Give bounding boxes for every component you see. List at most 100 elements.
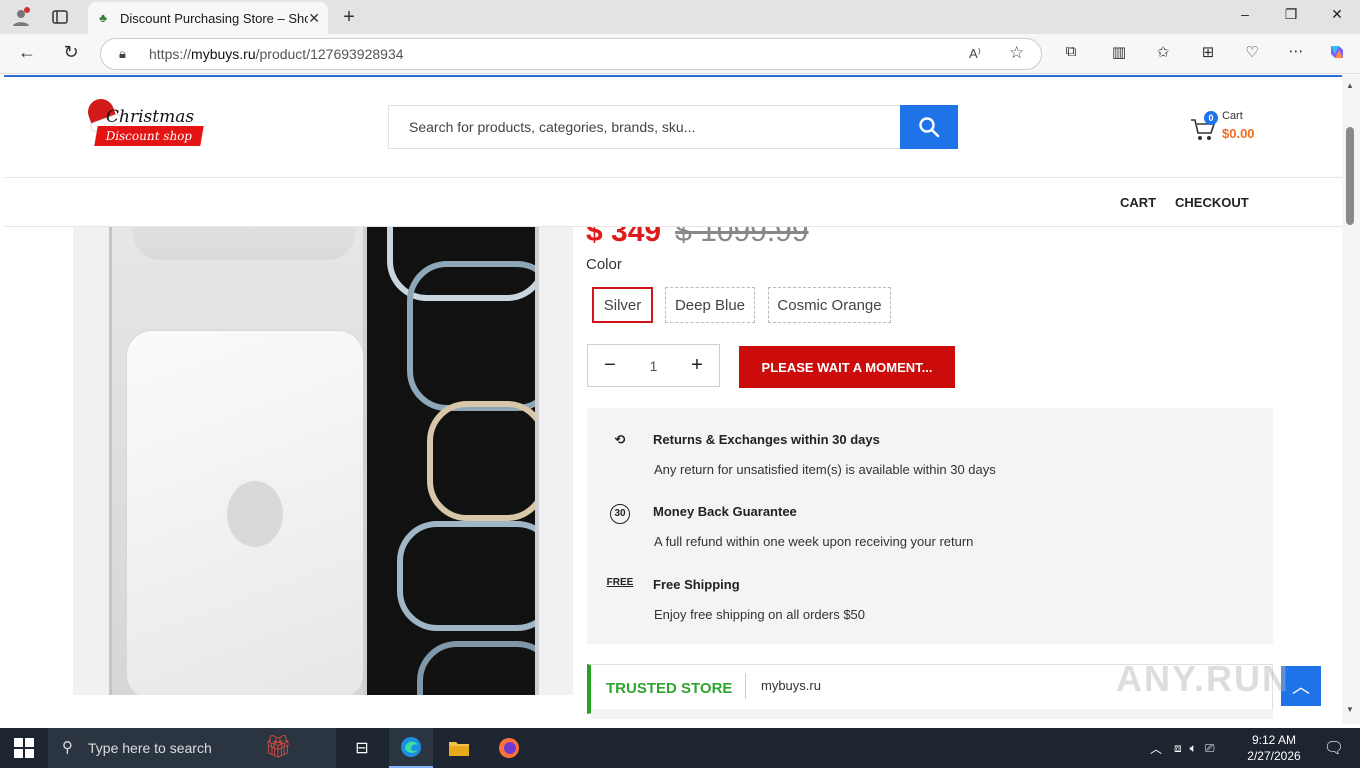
browser-tab-bar: ♣ Discount Purchasing Store – Shop ✕ + –… (0, 0, 1360, 34)
site-header: Christmas Discount shop 0 Cart $0.00 (4, 77, 1342, 178)
magsafe-case-render (126, 330, 364, 695)
favorite-star-icon[interactable]: ☆ (1009, 43, 1024, 63)
quantity-stepper: − 1 + (587, 344, 720, 387)
tab-title: Discount Purchasing Store – Shop (120, 10, 309, 26)
benefit-desc: Any return for unsatisfied item(s) is av… (654, 462, 996, 477)
page-viewport: Christmas Discount shop 0 Cart $0.00 CAR… (4, 75, 1342, 724)
thirty-day-icon: 30 (610, 504, 630, 524)
volume-icon[interactable]: 🔈︎ (1190, 741, 1197, 756)
cart-total: $0.00 (1222, 126, 1255, 141)
back-icon[interactable]: ← (16, 42, 38, 63)
trusted-store-label: TRUSTED STORE (606, 680, 733, 697)
trusted-store-domain: mybuys.ru (761, 678, 821, 693)
copilot-icon[interactable] (1326, 42, 1348, 66)
logo-ribbon-text: Discount shop (94, 126, 204, 146)
tab-actions-icon[interactable] (50, 8, 70, 26)
wallpaper-wave (407, 261, 535, 411)
site-logo[interactable]: Christmas Discount shop (84, 95, 206, 151)
scroll-down-arrow-icon[interactable]: ▼ (1346, 705, 1354, 714)
favorites-icon[interactable]: ✩ (1152, 43, 1174, 61)
benefit-title: Free Shipping (653, 577, 740, 592)
benefit-title: Returns & Exchanges within 30 days (653, 432, 880, 447)
close-tab-icon[interactable]: ✕ (308, 10, 320, 27)
cart-count-badge: 0 (1204, 111, 1218, 125)
benefits-panel: ⟲ Returns & Exchanges within 30 days Any… (587, 408, 1273, 644)
edge-app-icon[interactable] (389, 728, 433, 768)
search-input[interactable] (409, 119, 900, 135)
read-aloud-icon[interactable]: A⁾ (969, 46, 981, 62)
browser-essentials-icon[interactable]: ♡ (1241, 43, 1263, 61)
more-options-icon[interactable]: ⋯ (1285, 42, 1307, 60)
taskbar-clock[interactable]: 9:12 AM 2/27/2026 (1236, 732, 1312, 764)
color-label: Color (586, 256, 622, 273)
close-window-icon[interactable]: ✕ (1322, 6, 1352, 23)
taskbar-search-placeholder: Type here to search (88, 740, 212, 756)
network-icon[interactable]: ⎚ (1205, 741, 1215, 756)
clock-date: 2/27/2026 (1247, 749, 1301, 763)
benefit-desc: A full refund within one week upon recei… (654, 534, 974, 549)
minimize-icon[interactable]: – (1230, 6, 1260, 22)
color-option-cosmic-orange[interactable]: Cosmic Orange (768, 287, 891, 323)
wallpaper-wave (417, 641, 535, 695)
wallpaper-wave (427, 401, 535, 521)
logo-script-text: Christmas (106, 107, 195, 127)
nav-checkout-link[interactable]: CHECKOUT (1175, 195, 1249, 210)
scrollbar-thumb[interactable] (1346, 127, 1354, 225)
nav-cart-link[interactable]: CART (1120, 195, 1156, 210)
increase-quantity-button[interactable]: + (687, 354, 707, 377)
product-image[interactable] (73, 177, 573, 695)
search-box (388, 105, 900, 149)
color-option-deep-blue[interactable]: Deep Blue (665, 287, 755, 323)
url-prefix: https:// (149, 46, 192, 62)
refresh-icon[interactable]: ↻ (60, 42, 82, 63)
file-explorer-icon[interactable] (437, 728, 481, 768)
gift-boxes-icon: 🎁︎ (264, 734, 292, 759)
url-field[interactable]: 🔒︎ https://mybuys.ru/product/12769392893… (100, 38, 1042, 70)
site-favicon-icon: ♣ (99, 11, 107, 25)
benefit-title: Money Back Guarantee (653, 504, 797, 519)
windows-taskbar: ⚲ Type here to search 🎁︎ ⊟ ︿ ⧈ 🔈︎ ⎚ 9:12… (0, 728, 1360, 768)
url-host: mybuys.ru (191, 46, 256, 62)
chevron-up-icon: ︿ (1292, 677, 1310, 697)
scroll-up-arrow-icon[interactable]: ▲ (1346, 81, 1354, 90)
search-button[interactable] (900, 105, 958, 149)
profile-icon[interactable] (10, 7, 32, 27)
extensions-icon[interactable]: ⧉ (1060, 43, 1082, 60)
phone-back-render (109, 177, 373, 695)
trusted-store-strip (591, 709, 1273, 719)
phone-front-render (363, 177, 539, 695)
restore-icon[interactable]: ❐ (1276, 6, 1306, 23)
windows-start-icon[interactable] (14, 738, 34, 758)
header-cart[interactable]: 0 Cart $0.00 (1190, 109, 1270, 149)
taskbar-search[interactable]: ⚲ Type here to search 🎁︎ (48, 728, 336, 768)
firefox-icon[interactable] (487, 728, 531, 768)
return-box-icon: ⟲ (614, 432, 626, 447)
anyrun-watermark: ANY.RUN (1116, 658, 1291, 699)
active-tab[interactable]: ♣ Discount Purchasing Store – Shop ✕ (88, 2, 328, 34)
cart-label: Cart (1222, 110, 1243, 122)
search-icon: ⚲ (62, 739, 73, 756)
task-view-icon[interactable]: ⊟ (340, 728, 384, 768)
wallpaper-wave (397, 521, 535, 631)
split-screen-icon[interactable]: ▥ (1108, 43, 1130, 61)
collections-icon[interactable]: ⊞ (1197, 43, 1219, 61)
main-nav: CART CHECKOUT (4, 178, 1342, 227)
tray-chevron-icon[interactable]: ︿ (1150, 740, 1162, 757)
notifications-icon[interactable]: 🗨︎ (1312, 728, 1356, 768)
divider (745, 673, 746, 699)
address-toolbar: ← ↻ 🔒︎ https://mybuys.ru/product/1276939… (0, 34, 1360, 74)
apple-logo-icon (227, 481, 283, 547)
quantity-value[interactable]: 1 (650, 358, 658, 374)
decrease-quantity-button[interactable]: − (600, 354, 620, 377)
free-shipping-icon: FREE (606, 577, 634, 588)
add-to-cart-button[interactable]: PLEASE WAIT A MOMENT... (739, 346, 955, 388)
new-tab-icon[interactable]: + (338, 6, 360, 28)
url-path: /product/127693928934 (255, 46, 404, 62)
system-tray: ︿ ⧈ 🔈︎ ⎚ (1150, 728, 1214, 768)
search-icon (919, 117, 940, 138)
meet-now-icon[interactable]: ⧈ (1174, 741, 1182, 756)
clock-time: 9:12 AM (1251, 733, 1297, 747)
benefit-desc: Enjoy free shipping on all orders $50 (654, 607, 866, 622)
page-scrollbar[interactable]: ▲ ▼ (1342, 75, 1360, 724)
color-option-silver[interactable]: Silver (592, 287, 653, 323)
